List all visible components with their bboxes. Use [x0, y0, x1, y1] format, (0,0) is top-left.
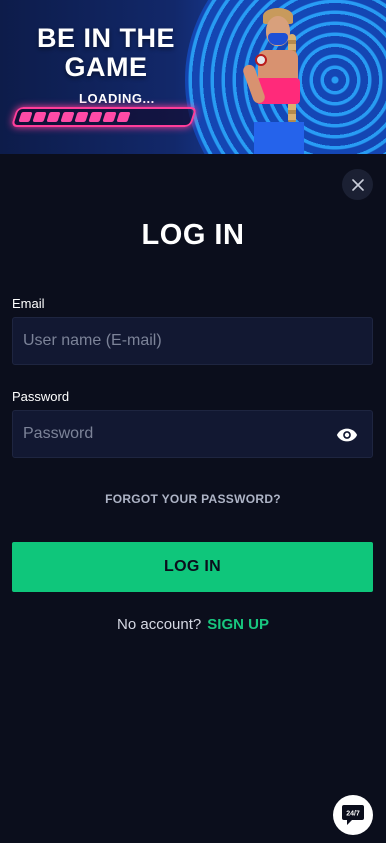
eye-icon	[336, 428, 358, 442]
show-password-toggle[interactable]	[336, 424, 358, 446]
chat-support-icon: 24/7	[342, 805, 364, 825]
page-title: LOG IN	[141, 219, 245, 251]
loading-segment	[32, 112, 47, 122]
password-field-wrapper	[12, 410, 373, 458]
close-icon	[351, 178, 364, 191]
email-label: Email	[12, 296, 45, 311]
email-field[interactable]	[13, 318, 372, 364]
banner-model-image	[241, 6, 312, 154]
password-label: Password	[12, 389, 70, 404]
support-chat-button[interactable]: 24/7	[333, 795, 373, 835]
login-button[interactable]: LOG IN	[12, 542, 373, 592]
loading-segment	[74, 112, 89, 122]
loading-segment	[116, 112, 131, 122]
loading-segment	[18, 112, 33, 122]
support-label: 24/7	[346, 811, 360, 818]
signup-prompt: No account? SIGN UP	[0, 616, 386, 633]
forgot-password-link[interactable]: FORGOT YOUR PASSWORD?	[0, 492, 386, 506]
banner-headline: BE IN THE GAME	[36, 23, 175, 82]
close-button[interactable]	[342, 169, 373, 200]
signup-link[interactable]: SIGN UP	[207, 616, 269, 633]
banner-loading-bar	[10, 107, 198, 127]
loading-segment	[88, 112, 103, 122]
loading-segment	[102, 112, 117, 122]
banner-loading-text: LOADING...	[79, 91, 155, 106]
loading-segment	[46, 112, 61, 122]
email-field-wrapper	[12, 317, 373, 365]
loading-segment	[60, 112, 75, 122]
promo-banner[interactable]: BE IN THE GAME LOADING...	[0, 0, 386, 154]
password-field[interactable]	[13, 411, 372, 457]
no-account-text: No account?	[117, 616, 202, 633]
